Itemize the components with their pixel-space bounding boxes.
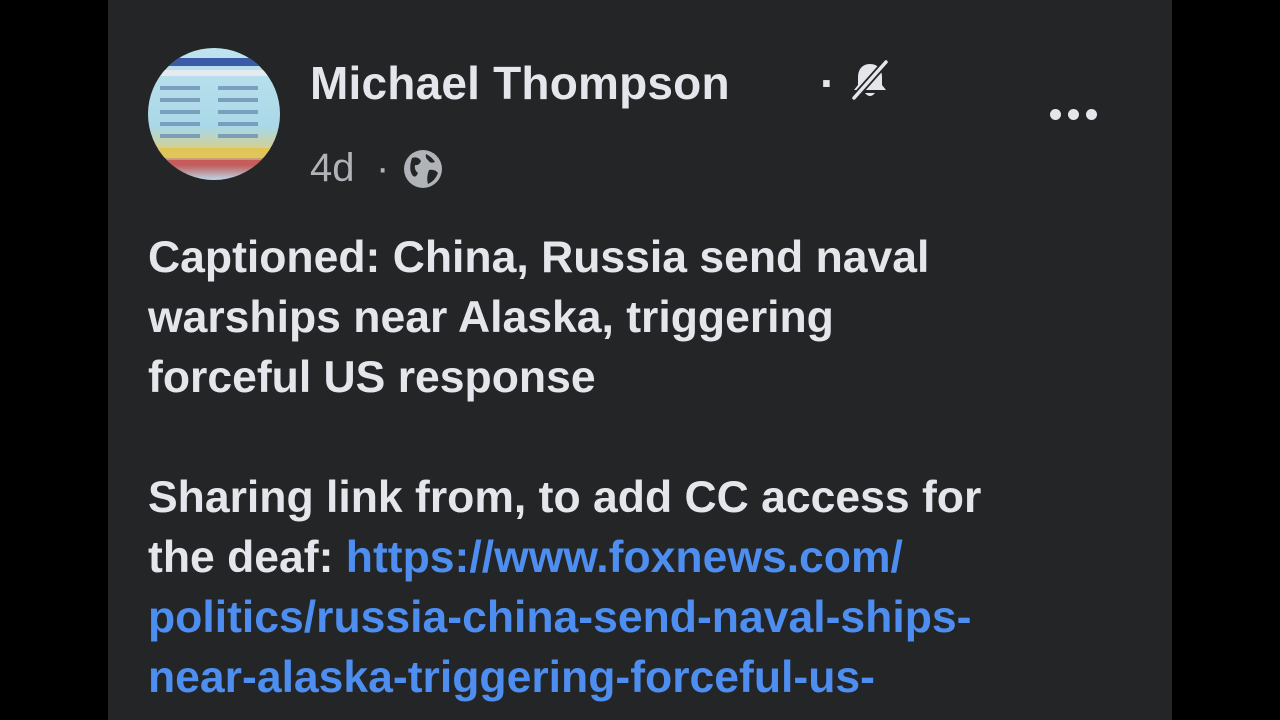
author-name[interactable]: Michael Thompson <box>310 56 730 110</box>
bell-off-icon <box>848 58 892 107</box>
headline-line: warships near Alaska, triggering <box>148 293 834 342</box>
avatar-image <box>148 58 280 166</box>
share-prefix: the deaf: <box>148 533 346 582</box>
article-link[interactable]: near-alaska-triggering-forceful-us- <box>148 653 875 702</box>
article-link[interactable]: politics/russia-china-send-naval-ships- <box>148 593 971 642</box>
header-separator: · <box>820 57 836 109</box>
timestamp-separator: · <box>376 146 390 190</box>
more-dot <box>1085 108 1097 120</box>
globe-icon[interactable] <box>402 148 444 195</box>
post-message: Captioned: China, Russia send naval wars… <box>148 228 1158 708</box>
more-options-icon[interactable] <box>1038 92 1108 136</box>
post-card: Michael Thompson · 4d · Captioned: China… <box>108 0 1172 720</box>
headline-line: forceful US response <box>148 353 596 402</box>
more-dot <box>1067 108 1079 120</box>
article-link[interactable]: https://www.foxnews.com/ <box>346 533 903 582</box>
avatar[interactable] <box>148 48 280 180</box>
share-line: Sharing link from, to add CC access for <box>148 473 982 522</box>
more-dot <box>1049 108 1061 120</box>
post-timestamp[interactable]: 4d <box>310 146 355 191</box>
headline-line: Captioned: China, Russia send naval <box>148 233 930 282</box>
